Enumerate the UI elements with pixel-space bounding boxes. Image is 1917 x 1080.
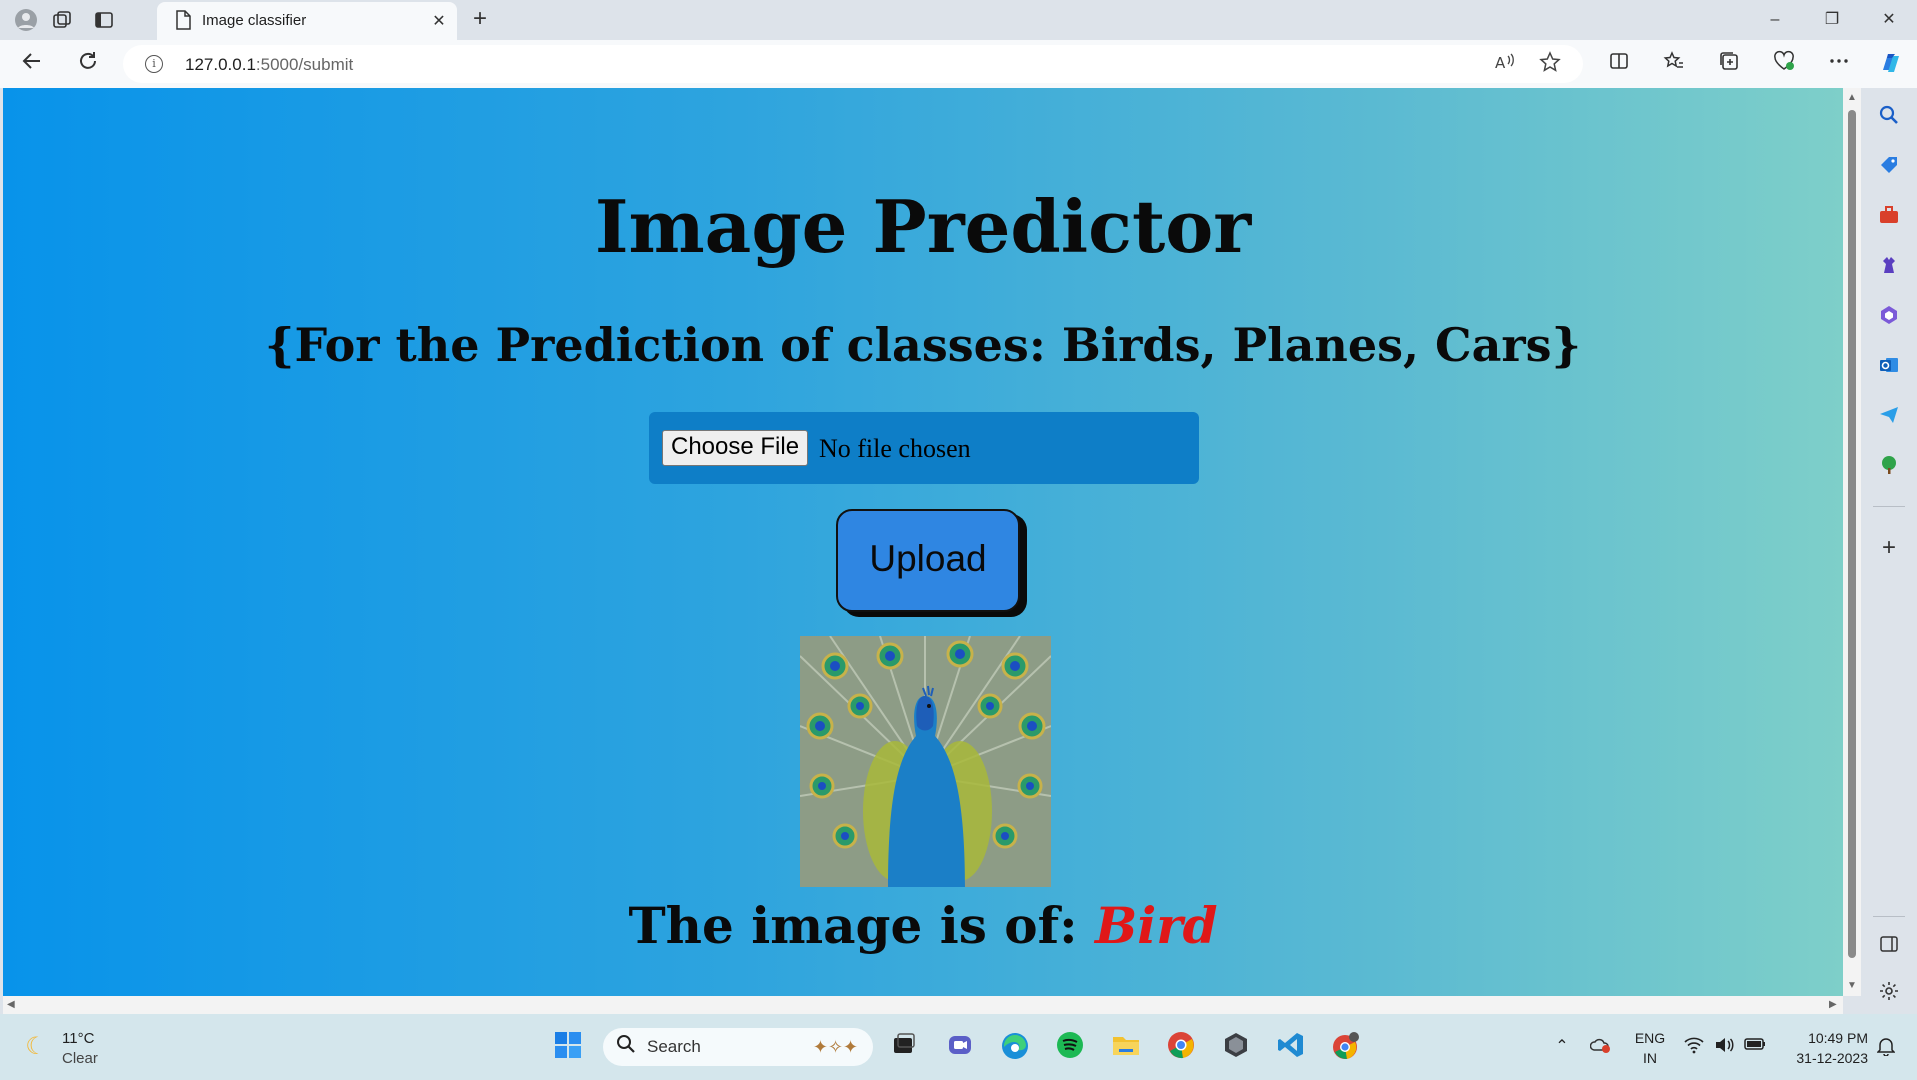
uploaded-image-preview bbox=[800, 636, 1051, 887]
file-input-container: Choose File No file chosen bbox=[649, 412, 1199, 484]
url-host: 127.0.0.1 bbox=[185, 55, 256, 74]
close-tab-icon[interactable]: ✕ bbox=[429, 11, 449, 31]
hide-sidebar-icon[interactable] bbox=[1875, 934, 1903, 962]
add-icon[interactable]: + bbox=[1875, 534, 1903, 562]
vscode-icon[interactable] bbox=[1275, 1031, 1307, 1063]
spotify-icon[interactable] bbox=[1054, 1031, 1086, 1063]
sidebar-divider bbox=[1873, 916, 1905, 917]
close-window-icon[interactable]: ✕ bbox=[1874, 8, 1904, 32]
taskbar-search[interactable]: Search ✦✧✦ bbox=[603, 1028, 873, 1066]
search-highlight-icon: ✦✧✦ bbox=[812, 1037, 859, 1057]
result-prefix: The image is of: bbox=[628, 896, 1095, 955]
scroll-right-arrow-icon[interactable]: ▶ bbox=[1829, 999, 1837, 1010]
language-indicator[interactable]: ENG bbox=[1633, 1030, 1667, 1046]
choose-file-button[interactable]: Choose File bbox=[662, 430, 809, 466]
search-icon bbox=[613, 1034, 639, 1060]
weather-temperature[interactable]: 11°C bbox=[62, 1030, 94, 1047]
microsoft-365-icon[interactable] bbox=[1875, 304, 1903, 332]
page-title: Image Predictor bbox=[594, 184, 1252, 269]
clock-date[interactable]: 31-12-2023 bbox=[1778, 1050, 1868, 1066]
tree-icon[interactable] bbox=[1875, 454, 1903, 482]
file-explorer-icon[interactable] bbox=[1110, 1031, 1142, 1063]
chevron-up-icon[interactable]: ⌃ bbox=[1551, 1036, 1573, 1058]
volume-icon[interactable] bbox=[1713, 1036, 1735, 1058]
star-icon[interactable] bbox=[1537, 51, 1563, 77]
collections-icon[interactable] bbox=[1715, 50, 1743, 78]
heart-pulse-icon[interactable] bbox=[1770, 50, 1798, 78]
app-hexagon-icon[interactable] bbox=[1220, 1031, 1252, 1063]
info-icon[interactable]: i bbox=[145, 55, 163, 73]
url-text[interactable]: 127.0.0.1:5000/submit bbox=[185, 55, 353, 75]
more-icon[interactable] bbox=[1825, 50, 1853, 78]
search-label: Search bbox=[647, 1037, 701, 1056]
read-aloud-icon[interactable]: A bbox=[1491, 51, 1517, 77]
chrome-icon[interactable] bbox=[1165, 1031, 1197, 1063]
scroll-down-arrow-icon[interactable]: ▼ bbox=[1847, 980, 1857, 991]
tools-icon[interactable] bbox=[1875, 204, 1903, 232]
windows-start-icon[interactable] bbox=[552, 1031, 584, 1063]
prediction-result: The image is of: Bird bbox=[3, 896, 1843, 955]
address-bar[interactable]: i 127.0.0.1:5000/submit A bbox=[123, 45, 1583, 83]
page-icon bbox=[171, 8, 195, 32]
browser-toolbar: i 127.0.0.1:5000/submit A bbox=[0, 40, 1917, 88]
back-icon[interactable] bbox=[18, 50, 46, 78]
search-icon[interactable] bbox=[1875, 104, 1903, 132]
url-path: :5000/submit bbox=[255, 55, 354, 74]
weather-condition[interactable]: Clear bbox=[62, 1050, 98, 1067]
minimize-icon[interactable]: – bbox=[1760, 8, 1790, 32]
shopping-tag-icon[interactable] bbox=[1875, 154, 1903, 182]
edge-sidebar: + bbox=[1861, 88, 1917, 1014]
wifi-icon[interactable] bbox=[1683, 1036, 1705, 1058]
scroll-left-arrow-icon[interactable]: ◀ bbox=[7, 999, 15, 1010]
region-indicator[interactable]: IN bbox=[1633, 1050, 1667, 1066]
battery-icon[interactable] bbox=[1744, 1036, 1766, 1058]
restore-icon[interactable]: ❐ bbox=[1817, 8, 1847, 32]
refresh-icon[interactable] bbox=[74, 50, 102, 78]
page-viewport: Image Predictor {For the Prediction of c… bbox=[3, 88, 1843, 996]
moon-icon[interactable]: ☾ bbox=[22, 1033, 50, 1061]
tab-actions-icon[interactable] bbox=[92, 8, 116, 32]
profile-icon[interactable] bbox=[14, 8, 38, 32]
copilot-icon[interactable] bbox=[1877, 50, 1905, 78]
upload-button[interactable]: Upload bbox=[836, 509, 1020, 612]
svg-text:A: A bbox=[1495, 54, 1506, 72]
predicted-class: Bird bbox=[1094, 896, 1218, 955]
settings-icon[interactable] bbox=[1875, 980, 1903, 1008]
send-icon[interactable] bbox=[1875, 404, 1903, 432]
outlook-icon[interactable] bbox=[1875, 354, 1903, 382]
vertical-scroll-thumb[interactable] bbox=[1848, 110, 1856, 958]
active-tab[interactable]: Image classifier ✕ bbox=[157, 2, 457, 40]
scroll-up-arrow-icon[interactable]: ▲ bbox=[1847, 92, 1857, 103]
split-screen-icon[interactable] bbox=[1605, 50, 1633, 78]
task-view-icon[interactable] bbox=[888, 1031, 920, 1063]
vertical-scrollbar[interactable]: ▲ ▼ bbox=[1843, 88, 1861, 996]
tab-title: Image classifier bbox=[202, 12, 307, 29]
windows-taskbar: ☾ 11°C Clear Search ✦✧✦ ⌃ ENG IN 10:49 P… bbox=[0, 1014, 1917, 1080]
edge-browser-icon[interactable] bbox=[999, 1031, 1031, 1063]
chrome-profile-icon[interactable] bbox=[1330, 1031, 1362, 1063]
onedrive-icon[interactable] bbox=[1589, 1036, 1612, 1058]
new-tab-icon[interactable]: + bbox=[466, 6, 494, 34]
workspaces-icon[interactable] bbox=[50, 8, 74, 32]
notification-bell-icon[interactable] bbox=[1875, 1036, 1897, 1058]
horizontal-scrollbar[interactable]: ◀ ▶ bbox=[3, 996, 1843, 1014]
page-subtitle: {For the Prediction of classes: Birds, P… bbox=[264, 318, 1582, 372]
sidebar-divider bbox=[1873, 506, 1905, 507]
games-icon[interactable] bbox=[1875, 254, 1903, 282]
teams-icon[interactable] bbox=[944, 1031, 976, 1063]
file-status: No file chosen bbox=[819, 434, 971, 463]
browser-tab-strip: Image classifier ✕ + – ❐ ✕ bbox=[0, 0, 1917, 40]
favorites-icon[interactable] bbox=[1660, 50, 1688, 78]
clock-time[interactable]: 10:49 PM bbox=[1778, 1030, 1868, 1046]
